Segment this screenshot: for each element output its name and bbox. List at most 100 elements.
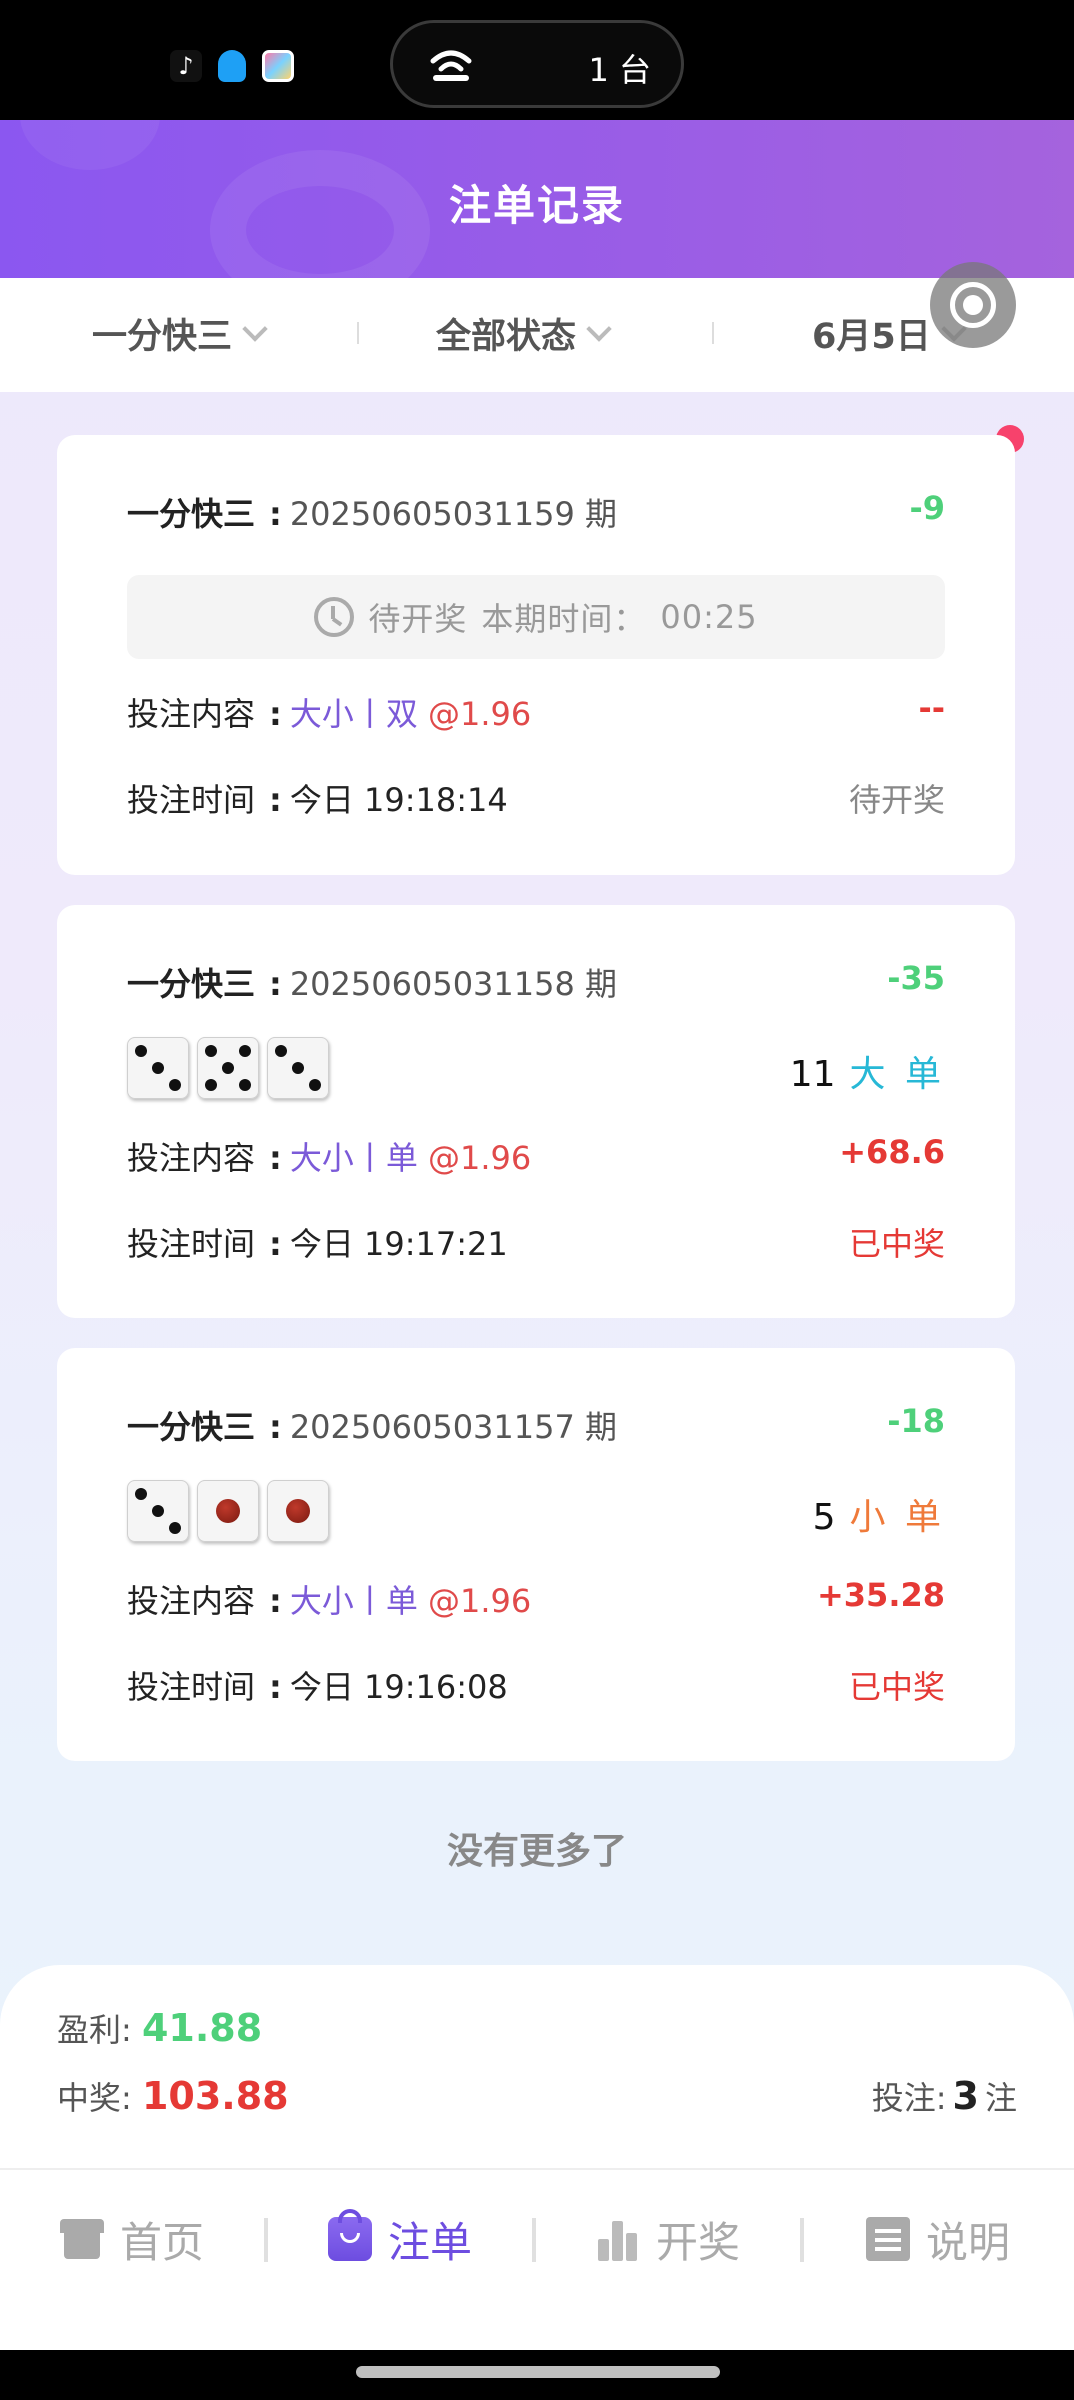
- date-filter-label: 6月5日: [812, 317, 931, 357]
- tab-draw[interactable]: 开奖: [596, 2208, 740, 2270]
- countdown: 00:25: [660, 598, 758, 636]
- status-badge: 待开奖: [848, 781, 945, 819]
- period-number: 20250605031157 期: [289, 1408, 618, 1446]
- header: 注单记录: [0, 120, 1074, 278]
- period-time-label: 本期时间：: [481, 600, 647, 638]
- qq-icon: [218, 50, 246, 82]
- tab-label: 首页: [120, 2217, 205, 2267]
- bet-type: 大小丨单: [289, 1582, 418, 1620]
- bet-time-label: 投注时间: [127, 781, 256, 819]
- tab-bets[interactable]: 注单: [328, 2208, 472, 2270]
- card-header-row: 一分快三:20250605031159 期 -9: [127, 489, 945, 535]
- bet-content-row: 投注内容: 大小丨单 @1.96 +68.6: [127, 1133, 945, 1179]
- clock-icon: [314, 597, 355, 637]
- bet-card[interactable]: 一分快三:20250605031157 期 -18 5小 单 投注内容: 大小丨单…: [57, 1348, 1015, 1761]
- store-icon: [60, 2217, 104, 2261]
- bar-chart-icon: [596, 2217, 640, 2261]
- colon: :: [269, 1408, 282, 1446]
- pill-label: 1 台: [588, 51, 651, 89]
- dice-result: [127, 1480, 329, 1542]
- win-value: 103.88: [141, 2074, 289, 2118]
- bets-summary: 投注: 3 注: [872, 2073, 1017, 2119]
- die-3-icon: [127, 1480, 189, 1542]
- card-header-row: 一分快三:20250605031157 期 -18: [127, 1402, 945, 1448]
- divider: [800, 2218, 804, 2262]
- app-icon: [262, 50, 294, 82]
- bet-amount: -9: [909, 489, 945, 527]
- bet-content-label: 投注内容: [127, 695, 256, 733]
- bag-icon: [328, 2209, 372, 2261]
- bet-content-label: 投注内容: [127, 1582, 256, 1620]
- bet-content-row: 投注内容: 大小丨双 @1.96 --: [127, 689, 945, 735]
- dice-result: [127, 1037, 329, 1099]
- tab-home[interactable]: 首页: [60, 2208, 204, 2270]
- colon: :: [269, 965, 282, 1003]
- payout: +35.28: [816, 1576, 945, 1614]
- tab-label: 注单: [388, 2217, 473, 2267]
- status-badge: 已中奖: [848, 1668, 945, 1706]
- bet-type: 大小丨单: [289, 1139, 418, 1177]
- summary-panel: 盈利: 41.88 中奖: 103.88 投注: 3 注: [0, 1965, 1074, 2169]
- divider: [357, 322, 359, 344]
- divider: [264, 2218, 268, 2262]
- no-more-text: 没有更多了: [446, 1831, 627, 1872]
- pending-label: 待开奖: [368, 600, 468, 638]
- game-name: 一分快三: [127, 495, 256, 533]
- wifi-icon: [430, 50, 472, 81]
- floating-assistive-button[interactable]: [930, 262, 1016, 348]
- bet-time: 今日 19:17:21: [289, 1225, 508, 1263]
- home-gesture-bar[interactable]: [356, 2366, 720, 2378]
- result-sum: 11: [789, 1054, 836, 1095]
- bet-time-row: 投注时间: 今日 19:17:21 已中奖: [127, 1219, 945, 1265]
- page-title: 注单记录: [448, 181, 625, 230]
- bet-type: 大小丨双: [289, 695, 418, 733]
- draw-result: 11 大 单: [790, 1045, 945, 1097]
- tab-info[interactable]: 说明: [866, 2208, 1010, 2270]
- game-name: 一分快三: [127, 1408, 256, 1446]
- card-header-row: 一分快三:20250605031158 期 -35: [127, 959, 945, 1005]
- tab-label: 开奖: [656, 2217, 741, 2267]
- bet-content-row: 投注内容: 大小丨单 @1.96 +35.28: [127, 1576, 945, 1622]
- win-summary: 中奖: 103.88: [57, 2073, 289, 2119]
- result-text: 小 单: [849, 1497, 945, 1538]
- bet-time-label: 投注时间: [127, 1225, 256, 1263]
- game-filter-label: 一分快三: [92, 317, 233, 357]
- colon: :: [269, 781, 282, 819]
- status-filter[interactable]: 全部状态: [436, 308, 612, 359]
- game-filter[interactable]: 一分快三: [92, 308, 268, 359]
- bet-amount: -18: [887, 1402, 945, 1440]
- bet-card[interactable]: 一分快三:20250605031159 期 -9 待开奖 本期时间： 00:25…: [57, 435, 1015, 875]
- game-name: 一分快三: [127, 965, 256, 1003]
- die-1-icon: [267, 1480, 329, 1542]
- status-bar: ♪ 1 台: [0, 0, 1074, 120]
- divider: [532, 2218, 536, 2262]
- filter-bar: 一分快三 全部状态 6月5日: [0, 278, 1074, 392]
- connection-pill[interactable]: 1 台: [390, 20, 684, 108]
- die-1-icon: [197, 1480, 259, 1542]
- bet-odds: @1.96: [428, 1582, 532, 1620]
- bet-amount: -35: [887, 959, 945, 997]
- bets-label: 投注:: [871, 2079, 947, 2117]
- period-number: 20250605031159 期: [289, 495, 618, 533]
- colon: :: [269, 1225, 282, 1263]
- draw-result: 5 小 单: [813, 1488, 945, 1540]
- payout: --: [918, 689, 945, 727]
- chevron-down-icon: [586, 315, 612, 342]
- result-sum: 5: [812, 1497, 836, 1538]
- bets-value: 3: [952, 2074, 979, 2118]
- die-3-icon: [127, 1037, 189, 1099]
- bet-card[interactable]: 一分快三:20250605031158 期 -35 11 大 单 投注内容: 大小丨…: [57, 905, 1015, 1318]
- bet-time-row: 投注时间: 今日 19:18:14 待开奖: [127, 775, 945, 821]
- profit-summary: 盈利: 41.88: [57, 2005, 262, 2051]
- chevron-down-icon: [242, 315, 268, 342]
- bet-time: 今日 19:18:14: [289, 781, 508, 819]
- profit-value: 41.88: [141, 2006, 263, 2050]
- bet-content-label: 投注内容: [127, 1139, 256, 1177]
- divider: [712, 322, 714, 344]
- profit-label: 盈利:: [57, 2011, 132, 2049]
- pending-draw-box: 待开奖 本期时间： 00:25: [127, 575, 945, 659]
- bet-odds: @1.96: [428, 695, 532, 733]
- bet-odds: @1.96: [428, 1139, 532, 1177]
- colon: :: [269, 1668, 282, 1706]
- bet-time: 今日 19:16:08: [289, 1668, 508, 1706]
